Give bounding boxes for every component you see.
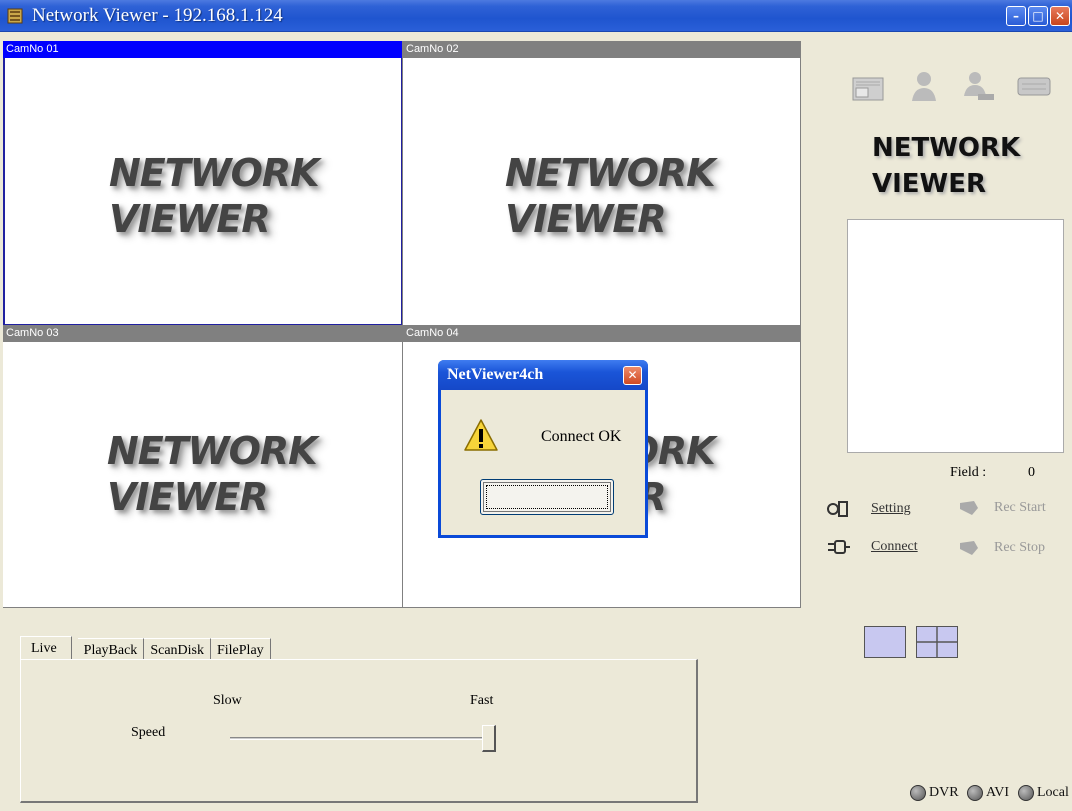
- placeholder-logo: NETWORKVIEWER: [109, 151, 320, 241]
- close-button[interactable]: ✕: [1050, 6, 1070, 26]
- speed-label: Speed: [131, 725, 166, 740]
- placeholder-logo: NETWORKVIEWER: [107, 429, 318, 519]
- keyboard-icon[interactable]: [1016, 68, 1052, 104]
- camera-view-01[interactable]: CamNo 01 NETWORK VIEWER: [3, 41, 403, 326]
- camera-feed: NETWORKVIEWER: [3, 342, 403, 608]
- window-title: Network Viewer - 192.168.1.124: [32, 5, 283, 26]
- record-stop-icon: [960, 541, 978, 555]
- quad-view-button[interactable]: [916, 626, 958, 658]
- dialog-close-button[interactable]: ✕: [623, 366, 642, 385]
- grid-border: [3, 607, 801, 608]
- source-local-radio[interactable]: Local: [1018, 785, 1069, 801]
- camera-feed: NETWORKVIEWER: [3, 58, 403, 326]
- speed-slider-track[interactable]: [230, 737, 495, 740]
- dialog-title-bar: NetViewer4ch ✕: [438, 360, 648, 390]
- setting-icon: [827, 501, 848, 517]
- user-network-icon[interactable]: [960, 68, 996, 104]
- tab-playback[interactable]: PlayBack: [77, 638, 145, 660]
- field-label: Field :: [950, 465, 987, 480]
- setting-button[interactable]: Setting: [827, 499, 911, 519]
- camera-label: CamNo 04: [403, 325, 800, 342]
- app-icon: [7, 8, 23, 24]
- title-bar: Network Viewer - 192.168.1.124 – □ ✕: [0, 0, 1072, 32]
- grid-border: [800, 41, 801, 608]
- slow-label: Slow: [213, 693, 242, 708]
- camera-label: CamNo 01: [3, 41, 403, 58]
- camera-label: CamNo 03: [3, 325, 403, 342]
- minimize-button[interactable]: –: [1006, 6, 1026, 26]
- connect-button[interactable]: Connect: [827, 539, 918, 555]
- ok-button[interactable]: [480, 479, 614, 515]
- grid-divider: [402, 41, 403, 608]
- rec-start-button[interactable]: Rec Start: [958, 499, 1046, 517]
- dialog-message: Connect OK: [541, 428, 622, 445]
- preview-panel: [847, 219, 1064, 453]
- warning-icon: [464, 419, 498, 451]
- source-dvr-radio[interactable]: DVR: [910, 785, 959, 801]
- dialog-title: NetViewer4ch: [447, 366, 544, 383]
- rec-stop-button[interactable]: Rec Stop: [958, 539, 1045, 557]
- field-value: 0: [1028, 465, 1035, 480]
- live-tab-panel: [20, 659, 698, 803]
- maximize-button[interactable]: □: [1028, 6, 1048, 26]
- fast-label: Fast: [470, 693, 494, 708]
- user-icon[interactable]: [906, 68, 942, 104]
- single-view-button[interactable]: [864, 626, 906, 658]
- speed-slider-thumb[interactable]: [482, 725, 496, 752]
- record-icon: [960, 501, 978, 515]
- camera-view-02[interactable]: CamNo 02 NETWORK VIEWER: [403, 41, 800, 326]
- camera-label: CamNo 02: [403, 41, 800, 58]
- focus-rect: [486, 485, 608, 509]
- camera-feed: NETWORKVIEWER: [403, 58, 800, 326]
- source-avi-radio[interactable]: AVI: [967, 785, 1009, 801]
- tab-live[interactable]: Live: [20, 636, 72, 660]
- tab-scandisk[interactable]: ScanDisk: [144, 638, 211, 660]
- mode-tabs: Live PlayBack ScanDisk FilePlay: [20, 636, 271, 660]
- dvr-device-icon[interactable]: [850, 68, 886, 104]
- placeholder-logo: NETWORKVIEWER: [505, 151, 716, 241]
- plug-icon: [828, 540, 850, 554]
- message-dialog: NetViewer4ch ✕ Connect OK: [438, 360, 648, 538]
- camera-view-03[interactable]: CamNo 03 NETWORK VIEWER: [3, 325, 403, 608]
- brand-logo: NETWORK VIEWER: [872, 133, 1021, 199]
- tab-fileplay[interactable]: FilePlay: [210, 638, 271, 660]
